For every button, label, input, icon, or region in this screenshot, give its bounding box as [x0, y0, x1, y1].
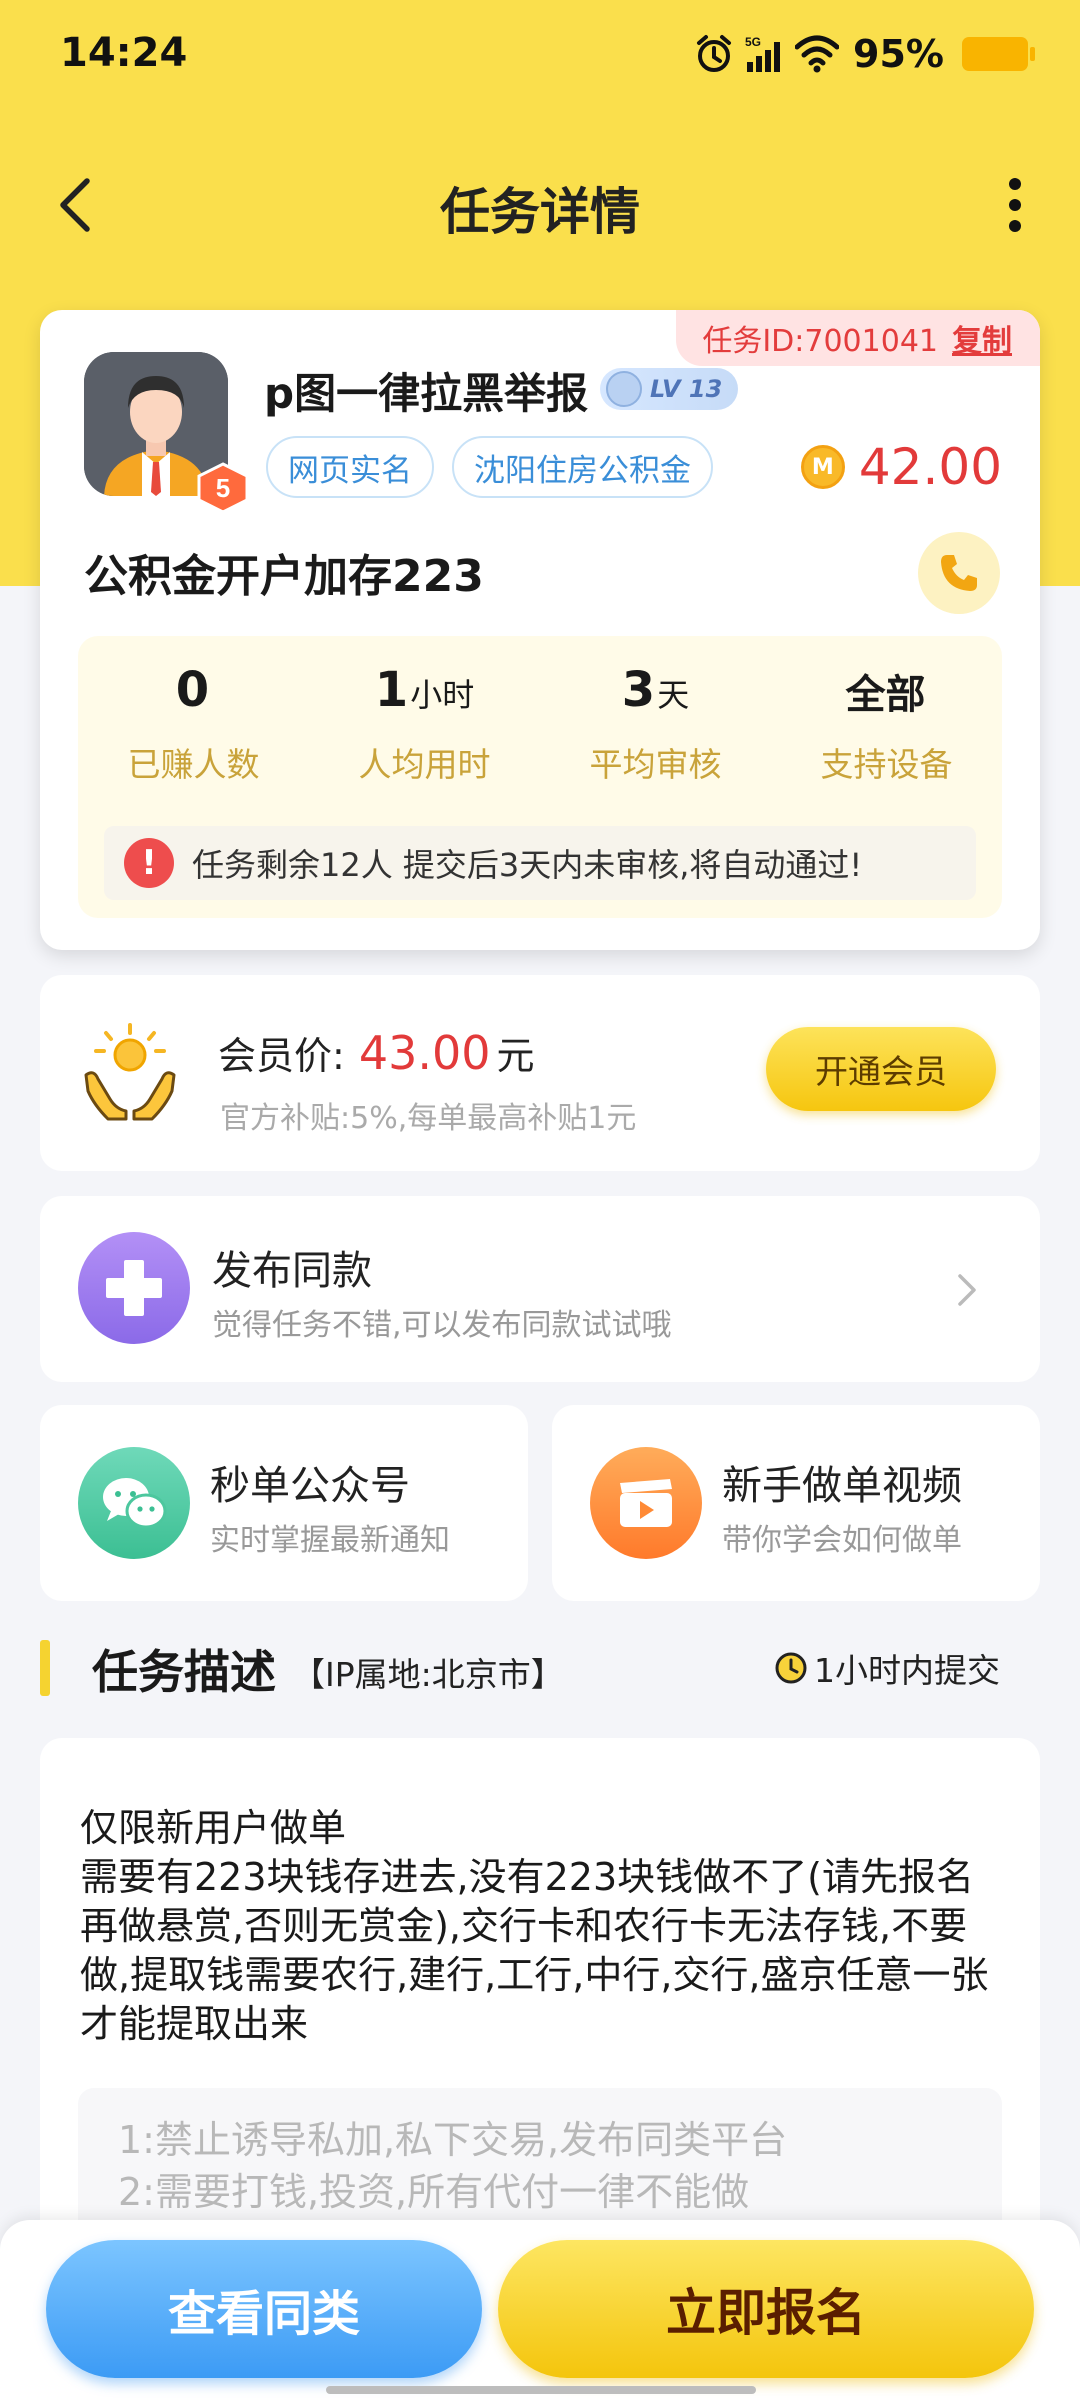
- coin-icon: M: [800, 445, 845, 489]
- reward-price: M 42.00: [800, 438, 1002, 496]
- signup-now-button[interactable]: 立即报名: [498, 2240, 1034, 2378]
- wechat-icon: [78, 1447, 190, 1559]
- official-account-card[interactable]: 秒单公众号 实时掌握最新通知: [40, 1405, 528, 1601]
- task-stats: 0 已赚人数 1小时 人均用时 3天 平均审核 全部 支持设备 ! 任务剩余12…: [78, 636, 1002, 918]
- open-vip-button[interactable]: 开通会员: [766, 1027, 996, 1111]
- rule-item: 2:需要打钱,投资,所有代付一律不能做: [118, 2170, 750, 2214]
- description-text: 仅限新用户做单 需要有223块钱存进去,没有223块钱做不了(请先报名再做悬赏,…: [80, 1806, 989, 2046]
- svg-text:5: 5: [216, 473, 230, 503]
- home-indicator[interactable]: [326, 2386, 756, 2394]
- nav-bar: 任务详情: [0, 150, 1080, 260]
- more-dot-icon: [1009, 178, 1021, 190]
- page-title: 任务详情: [440, 183, 640, 241]
- tutorial-video-title: 新手做单视频: [722, 1463, 962, 1509]
- stat-earned-count: 0 已赚人数: [127, 662, 260, 784]
- tutorial-video-subtitle: 带你学会如何做单: [722, 1523, 962, 1558]
- tag-housing-fund: 沈阳住房公积金: [452, 436, 713, 498]
- alarm-icon: [693, 33, 735, 75]
- member-price-card: 会员价: 43.00 元 官方补贴:5%,每单最高补贴1元 开通会员: [40, 975, 1040, 1171]
- description-section-title: 任务描述: [92, 1645, 276, 1699]
- member-price-line: 会员价: 43.00 元: [218, 1025, 535, 1080]
- stat-devices: 全部 支持设备: [820, 672, 953, 784]
- medal-icon: [606, 371, 642, 407]
- member-subsidy-text: 官方补贴:5%,每单最高补贴1元: [220, 1101, 637, 1136]
- member-price-unit: 元: [496, 1034, 535, 1078]
- member-price-value: 43.00: [358, 1026, 491, 1080]
- reward-value: 42.00: [858, 438, 1002, 496]
- vip-rank-badge: 5: [195, 462, 251, 514]
- publish-same-title: 发布同款: [212, 1248, 372, 1294]
- publish-same-card[interactable]: 发布同款 觉得任务不错,可以发布同款试试哦: [40, 1196, 1040, 1382]
- bottom-action-bar: 查看同类 立即报名: [0, 2220, 1080, 2400]
- hands-coin-icon: [80, 1021, 180, 1121]
- ip-location: 【IP属地:北京市】: [292, 1655, 564, 1694]
- status-icons: 5G 95%: [693, 32, 1035, 76]
- stat-avg-review: 3天 平均审核: [589, 662, 722, 784]
- level-text: LV 13: [650, 375, 723, 403]
- publish-same-subtitle: 觉得任务不错,可以发布同款试试哦: [212, 1308, 672, 1343]
- svg-text:5G: 5G: [745, 35, 761, 49]
- video-clapper-icon: [590, 1447, 702, 1559]
- view-similar-button[interactable]: 查看同类: [46, 2240, 482, 2378]
- phone-button[interactable]: [918, 532, 1000, 614]
- battery-icon: [962, 37, 1035, 71]
- tag-real-name: 网页实名: [266, 436, 434, 498]
- status-bar: 14:24 5G 95%: [0, 0, 1080, 115]
- submit-time-limit: 1小时内提交: [774, 1644, 1000, 1692]
- stat-avg-time: 1小时 人均用时: [358, 662, 491, 784]
- wifi-icon: [795, 35, 840, 73]
- status-time: 14:24: [60, 30, 188, 76]
- chevron-right-icon: [958, 1274, 976, 1306]
- official-account-title: 秒单公众号: [210, 1463, 410, 1509]
- plus-icon: [78, 1232, 190, 1344]
- official-account-subtitle: 实时掌握最新通知: [210, 1523, 450, 1558]
- battery-percent: 95%: [853, 32, 944, 76]
- publisher-name: p图一律拉黑举报: [264, 369, 589, 418]
- notice-text: 任务剩余12人 提交后3天内未审核,将自动通过!: [192, 846, 863, 884]
- level-badge: LV 13: [600, 368, 738, 410]
- task-summary-card: 任务ID:7001041 复制 5 p图一律拉黑举报 LV 13 网页实名 沈阳…: [40, 310, 1040, 950]
- task-title: 公积金开户加存223: [84, 551, 484, 602]
- clock-icon: [775, 1652, 807, 1684]
- more-menu-button[interactable]: [990, 172, 1040, 238]
- rule-item: 1:禁止诱导私加,私下交易,发布同类平台: [118, 2118, 788, 2162]
- warning-icon: !: [124, 838, 174, 888]
- section-accent-bar: [40, 1640, 50, 1696]
- member-price-label: 会员价:: [218, 1034, 345, 1078]
- task-notice: ! 任务剩余12人 提交后3天内未审核,将自动通过!: [104, 826, 976, 900]
- task-id: 任务ID:7001041: [702, 324, 938, 359]
- task-id-tag: 任务ID:7001041 复制: [676, 310, 1040, 366]
- tutorial-video-card[interactable]: 新手做单视频 带你学会如何做单: [552, 1405, 1040, 1601]
- cellular-signal-icon: 5G: [745, 34, 785, 74]
- copy-task-id-button[interactable]: 复制: [952, 316, 1012, 360]
- phone-icon: [941, 555, 977, 591]
- time-limit-text: 1小时内提交: [814, 1651, 1000, 1690]
